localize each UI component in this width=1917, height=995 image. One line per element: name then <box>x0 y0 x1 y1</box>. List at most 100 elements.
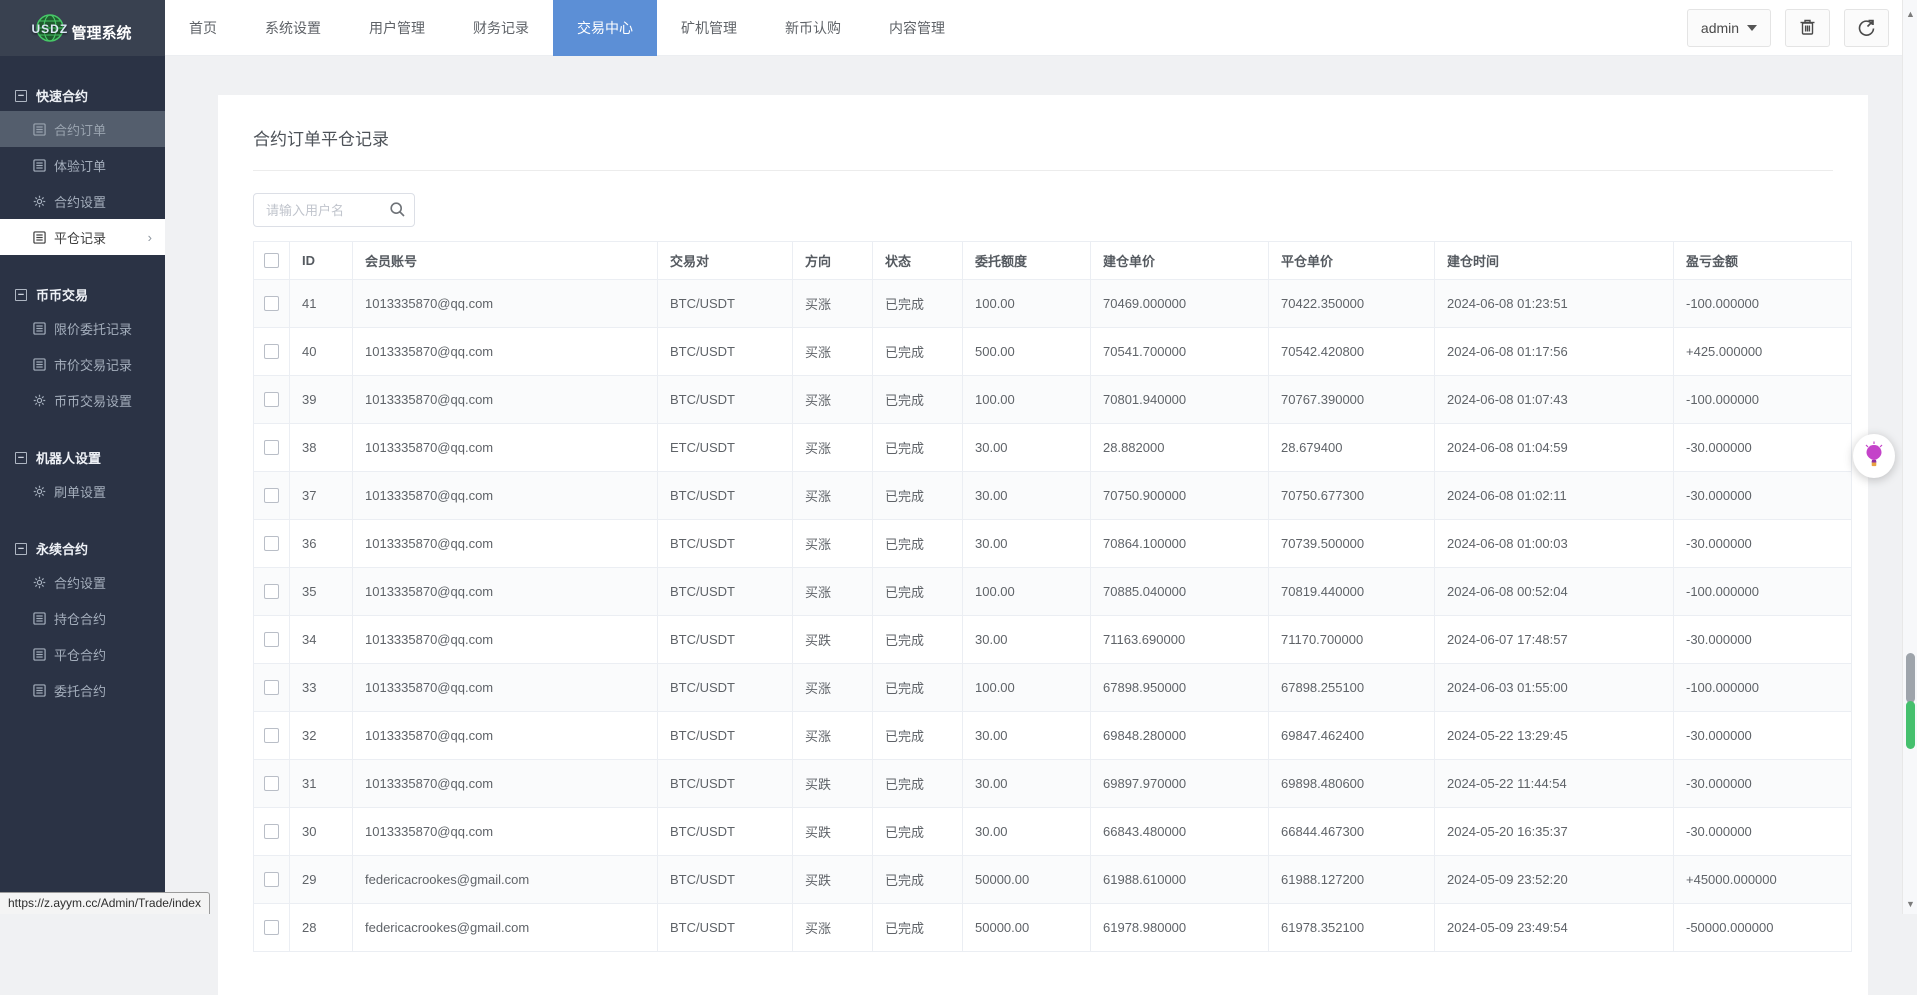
gear-icon <box>33 485 46 498</box>
sidebar-section-title[interactable]: −快速合约 <box>0 80 165 111</box>
nav-item[interactable]: 首页 <box>165 0 241 56</box>
cell-pnl: -30.000000 <box>1674 424 1852 472</box>
row-checkbox[interactable] <box>264 680 279 695</box>
sidebar-item[interactable]: 平仓记录› <box>0 219 165 255</box>
cell-direction: 买跌 <box>793 856 873 904</box>
table-row: 401013335870@qq.comBTC/USDT买涨已完成500.0070… <box>254 328 1852 376</box>
nav-item[interactable]: 财务记录 <box>449 0 553 56</box>
cell-select <box>254 664 290 712</box>
cell-select <box>254 808 290 856</box>
export-button[interactable] <box>1844 9 1889 47</box>
sidebar-item-label: 合约设置 <box>54 573 106 592</box>
row-checkbox[interactable] <box>264 824 279 839</box>
row-checkbox[interactable] <box>264 344 279 359</box>
row-checkbox[interactable] <box>264 392 279 407</box>
sidebar-item[interactable]: 持仓合约 <box>0 600 165 636</box>
cell-open-price: 69897.970000 <box>1091 760 1269 808</box>
cell-direction: 买涨 <box>793 376 873 424</box>
cell-open-price: 71163.690000 <box>1091 616 1269 664</box>
scrollbar-thumb[interactable] <box>1906 653 1915 703</box>
table-row: 341013335870@qq.comBTC/USDT买跌已完成30.00711… <box>254 616 1852 664</box>
table-row: 411013335870@qq.comBTC/USDT买涨已完成100.0070… <box>254 280 1852 328</box>
nav-item[interactable]: 矿机管理 <box>657 0 761 56</box>
cell-open-price: 70885.040000 <box>1091 568 1269 616</box>
table-header-row: ID会员账号交易对方向状态委托额度建仓单价平仓单价建仓时间盈亏金额 <box>254 242 1852 280</box>
cell-select <box>254 856 290 904</box>
cell-select <box>254 760 290 808</box>
nav-item[interactable]: 用户管理 <box>345 0 449 56</box>
table-row: 381013335870@qq.comETC/USDT买涨已完成30.0028.… <box>254 424 1852 472</box>
nav-item[interactable]: 内容管理 <box>865 0 969 56</box>
sidebar-item[interactable]: 平仓合约 <box>0 636 165 672</box>
sidebar-section-title[interactable]: −永续合约 <box>0 533 165 564</box>
sidebar-item[interactable]: 体验订单 <box>0 147 165 183</box>
sidebar-item-label: 体验订单 <box>54 156 106 175</box>
row-checkbox[interactable] <box>264 584 279 599</box>
cell-account: 1013335870@qq.com <box>353 376 658 424</box>
cell-pair: BTC/USDT <box>658 520 793 568</box>
search-icon[interactable] <box>389 201 406 223</box>
row-checkbox[interactable] <box>264 536 279 551</box>
cell-status: 已完成 <box>873 472 963 520</box>
cell-amount: 30.00 <box>963 616 1091 664</box>
sidebar-item[interactable]: 刷单设置 <box>0 473 165 509</box>
export-icon <box>1858 18 1876 39</box>
cell-id: 33 <box>290 664 353 712</box>
nav-item[interactable]: 新币认购 <box>761 0 865 56</box>
cell-close-price: 70750.677300 <box>1269 472 1435 520</box>
row-checkbox[interactable] <box>264 872 279 887</box>
column-header: 建仓时间 <box>1435 242 1674 280</box>
sidebar-item[interactable]: 合约设置 <box>0 564 165 600</box>
row-checkbox[interactable] <box>264 728 279 743</box>
cell-pair: ETC/USDT <box>658 424 793 472</box>
page-title: 合约订单平仓记录 <box>218 95 1868 150</box>
scroll-up-arrow-icon[interactable]: ▲ <box>1903 6 1917 22</box>
row-checkbox[interactable] <box>264 632 279 647</box>
row-checkbox[interactable] <box>264 296 279 311</box>
page-scrollbar[interactable]: ▲ ▼ <box>1902 0 1917 914</box>
scrollbar-marker[interactable] <box>1906 701 1915 749</box>
cell-close-price: 71170.700000 <box>1269 616 1435 664</box>
sidebar-item[interactable]: 委托合约 <box>0 672 165 708</box>
cell-select <box>254 424 290 472</box>
cell-close-price: 70542.420800 <box>1269 328 1435 376</box>
sidebar-item[interactable]: 限价委托记录 <box>0 310 165 346</box>
row-checkbox[interactable] <box>264 920 279 935</box>
trash-button[interactable] <box>1785 9 1830 47</box>
topbar: USDZ 管理系统 首页系统设置用户管理财务记录交易中心矿机管理新币认购内容管理… <box>0 0 1917 56</box>
sidebar-section-title[interactable]: −币币交易 <box>0 279 165 310</box>
cell-account: 1013335870@qq.com <box>353 616 658 664</box>
sidebar-item[interactable]: 合约设置 <box>0 183 165 219</box>
sidebar-item[interactable]: 合约订单 <box>0 111 165 147</box>
cell-pnl: -100.000000 <box>1674 376 1852 424</box>
cell-direction: 买涨 <box>793 472 873 520</box>
cell-id: 38 <box>290 424 353 472</box>
cell-direction: 买跌 <box>793 760 873 808</box>
cell-pair: BTC/USDT <box>658 808 793 856</box>
cell-account: 1013335870@qq.com <box>353 328 658 376</box>
row-checkbox[interactable] <box>264 776 279 791</box>
sidebar-item[interactable]: 币币交易设置 <box>0 382 165 418</box>
top-nav: 首页系统设置用户管理财务记录交易中心矿机管理新币认购内容管理 <box>165 0 969 56</box>
row-checkbox[interactable] <box>264 440 279 455</box>
title-divider <box>253 170 1833 171</box>
floating-helper-widget[interactable] <box>1853 434 1895 478</box>
sidebar-item[interactable]: 市价交易记录 <box>0 346 165 382</box>
nav-item[interactable]: 系统设置 <box>241 0 345 56</box>
nav-item[interactable]: 交易中心 <box>553 0 657 56</box>
admin-dropdown-button[interactable]: admin <box>1687 9 1771 47</box>
scroll-down-arrow-icon[interactable]: ▼ <box>1903 896 1917 912</box>
sidebar-item-label: 合约设置 <box>54 192 106 211</box>
cell-close-price: 69847.462400 <box>1269 712 1435 760</box>
cell-id: 41 <box>290 280 353 328</box>
cell-id: 30 <box>290 808 353 856</box>
cell-account: 1013335870@qq.com <box>353 472 658 520</box>
records-table: ID会员账号交易对方向状态委托额度建仓单价平仓单价建仓时间盈亏金额 411013… <box>253 241 1852 952</box>
sidebar-section-title[interactable]: −机器人设置 <box>0 442 165 473</box>
cell-amount: 100.00 <box>963 280 1091 328</box>
cell-open-price: 69848.280000 <box>1091 712 1269 760</box>
cell-close-price: 28.679400 <box>1269 424 1435 472</box>
row-checkbox[interactable] <box>264 488 279 503</box>
select-all-checkbox[interactable] <box>264 253 279 268</box>
cell-direction: 买涨 <box>793 328 873 376</box>
